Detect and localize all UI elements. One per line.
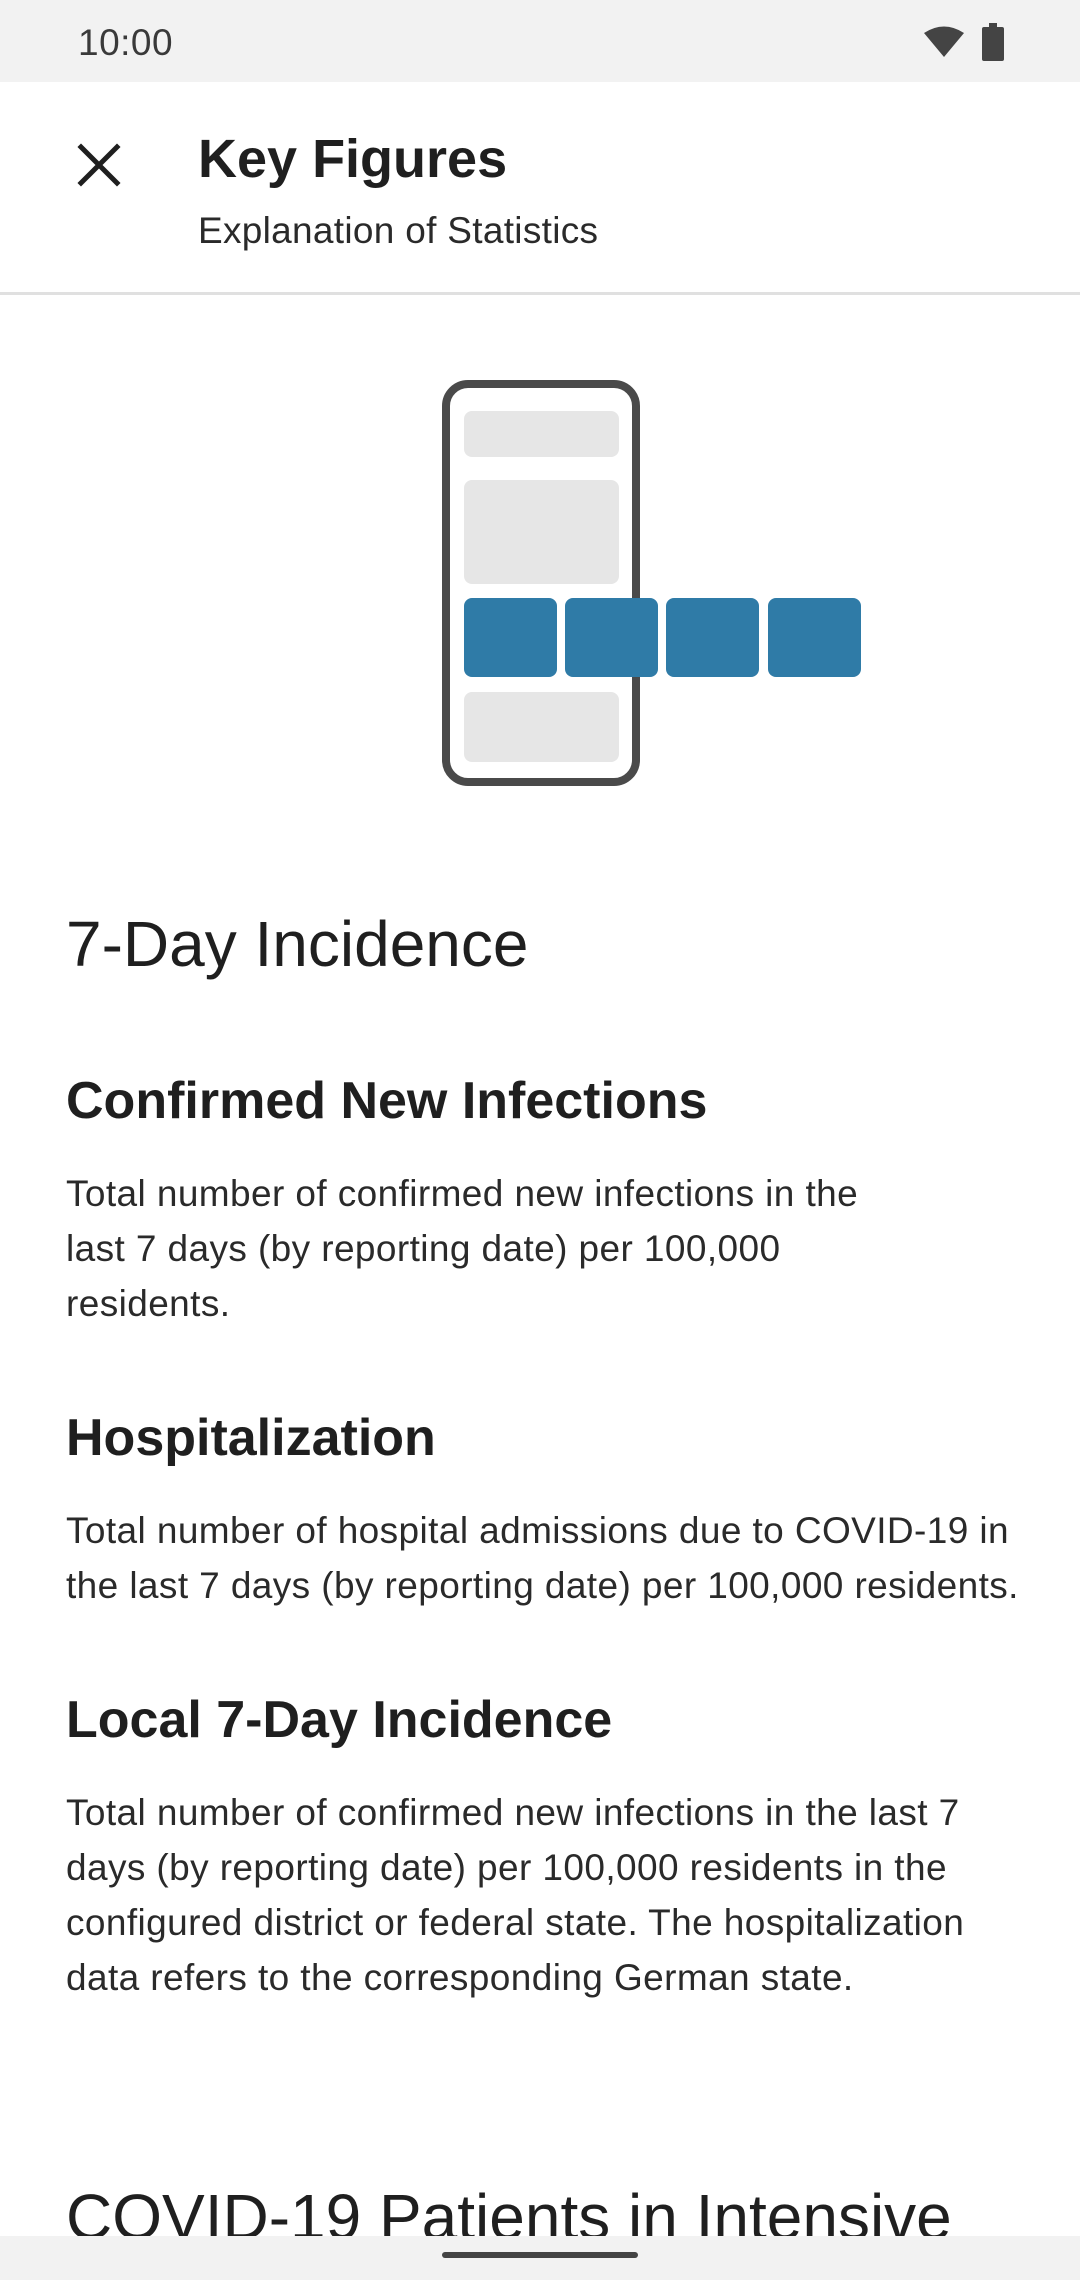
- close-button[interactable]: [66, 132, 132, 198]
- close-icon: [77, 143, 121, 187]
- toolbar: Key Figures Explanation of Statistics: [0, 82, 1080, 295]
- text-hospitalization: Total number of hospital admissions due …: [66, 1510, 1019, 1606]
- section-title: 7-Day Incidence: [66, 908, 529, 980]
- navigation-bar: [0, 2236, 1080, 2280]
- status-bar: 10:00: [0, 0, 1080, 82]
- battery-icon: [982, 23, 1004, 61]
- heading-confirmed-new-infections: Confirmed New Infections: [66, 1072, 708, 1130]
- text-confirmed-new-infections: Total number of confirmed new infections…: [66, 1173, 859, 1324]
- text-local-7-day-incidence: Total number of confirmed new infections…: [66, 1792, 965, 1998]
- page-subtitle: Explanation of Statistics: [198, 210, 599, 251]
- home-gesture-handle[interactable]: [442, 2252, 638, 2258]
- status-time: 10:00: [78, 22, 174, 63]
- page-title: Key Figures: [198, 129, 508, 189]
- content: 7-Day Incidence Confirmed New Infections…: [66, 900, 1026, 2077]
- phone-key-figures-illustration: [442, 380, 861, 786]
- heading-hospitalization: Hospitalization: [66, 1409, 436, 1467]
- heading-local-7-day-incidence: Local 7-Day Incidence: [66, 1691, 613, 1749]
- wifi-icon: [924, 26, 964, 57]
